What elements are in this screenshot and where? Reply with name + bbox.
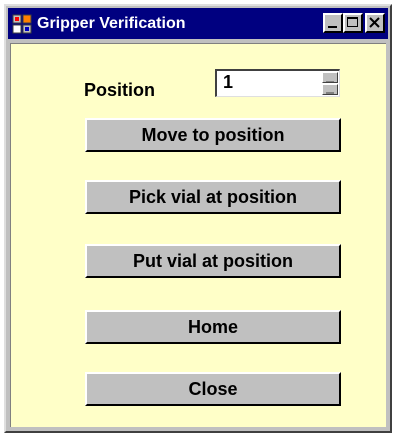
minimize-icon (328, 26, 337, 28)
close-window-button[interactable] (365, 13, 385, 33)
close-icon (369, 17, 380, 28)
position-input[interactable]: 1 (223, 72, 233, 93)
minimize-button[interactable] (323, 13, 343, 33)
maximize-icon (347, 17, 358, 27)
position-label: Position (84, 80, 155, 100)
pick-vial-button[interactable]: Pick vial at position (85, 180, 341, 214)
maximize-button[interactable] (343, 13, 363, 33)
spin-down-button[interactable] (322, 84, 338, 95)
position-spinner[interactable]: 1 (215, 69, 340, 97)
close-button[interactable]: Close (85, 372, 341, 406)
title-buttons (323, 13, 385, 33)
window-title: Gripper Verification (37, 14, 186, 32)
move-to-position-button[interactable]: Move to position (85, 118, 341, 152)
dialog-body: Position 1 Move to position Pick vial at… (10, 43, 386, 427)
spin-down-icon (326, 92, 334, 94)
dialog-window: Gripper Verification Position 1 Move to … (4, 4, 392, 433)
spinner-buttons (322, 72, 338, 95)
put-vial-button[interactable]: Put vial at position (85, 244, 341, 278)
title-bar[interactable]: Gripper Verification (8, 8, 388, 39)
home-button[interactable]: Home (85, 310, 341, 344)
app-icon[interactable] (12, 14, 32, 34)
spin-up-button[interactable] (322, 72, 338, 83)
